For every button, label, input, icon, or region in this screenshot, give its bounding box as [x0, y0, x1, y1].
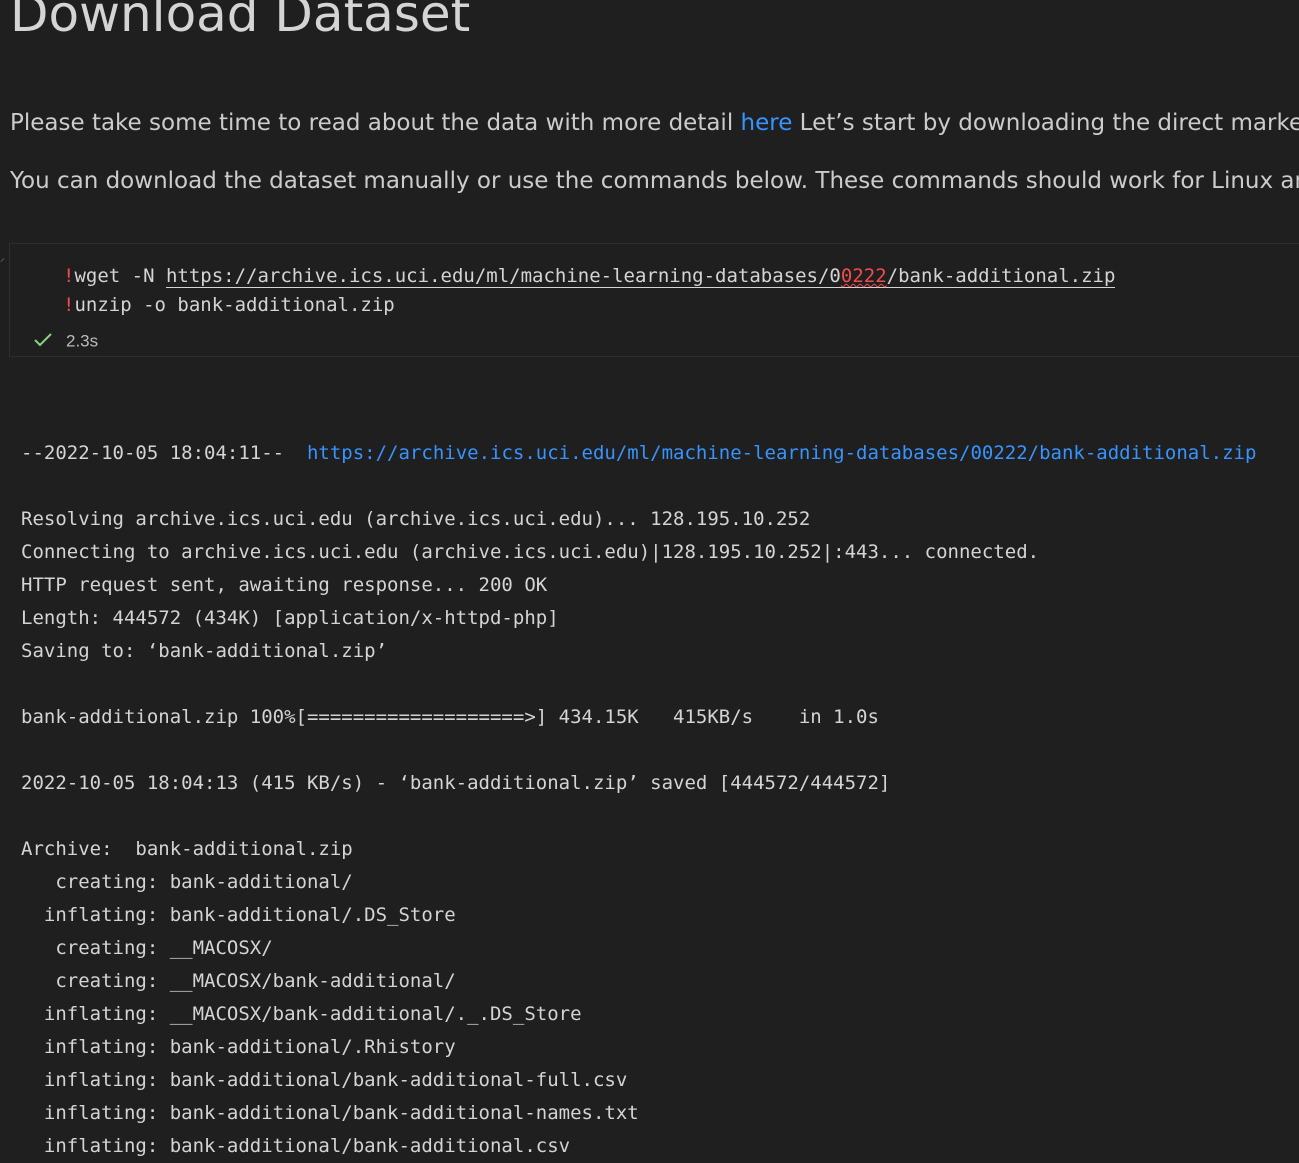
code-line-wget[interactable]: !wget -N https://archive.ics.uci.edu/ml/…: [63, 264, 1116, 288]
output-line: --2022-10-05 18:04:11-- https://archive.…: [21, 442, 1257, 464]
code-line-unzip[interactable]: !unzip -o bank-additional.zip: [63, 293, 395, 317]
output-line: inflating: bank-additional/bank-addition…: [21, 1069, 628, 1091]
output-line: Connecting to archive.ics.uci.edu (archi…: [21, 541, 1040, 563]
output-line: inflating: bank-additional/bank-addition…: [21, 1102, 639, 1124]
output-line: creating: __MACOSX/bank-additional/: [21, 970, 456, 992]
cell-collapse-indicator[interactable]: ⸝: [0, 250, 5, 264]
output-line: Saving to: ‘bank-additional.zip’: [21, 640, 388, 662]
output-line: inflating: bank-additional/.Rhistory: [21, 1036, 456, 1058]
intro-paragraph: Please take some time to read about the …: [10, 108, 1299, 138]
output-line: Archive: bank-additional.zip: [21, 838, 353, 860]
output-line: 2022-10-05 18:04:13 (415 KB/s) - ‘bank-a…: [21, 772, 891, 794]
section-heading: Download Dataset: [10, 0, 471, 43]
output-line: creating: bank-additional/: [21, 871, 353, 893]
here-link[interactable]: here: [741, 110, 793, 136]
check-icon: [34, 330, 52, 353]
shell-bang: !: [63, 294, 75, 316]
output-line: inflating: bank-additional/bank-addition…: [21, 1135, 571, 1157]
execution-time: 2.3s: [66, 331, 99, 351]
intro-text-after: Let’s start by downloading the direct ma…: [792, 110, 1299, 136]
output-url-link[interactable]: https://archive.ics.uci.edu/ml/machine-l…: [307, 442, 1256, 464]
output-line: Resolving archive.ics.uci.edu (archive.i…: [21, 508, 811, 530]
wget-url[interactable]: https://archive.ics.uci.edu/ml/machine-l…: [165, 265, 1116, 288]
unzip-command: unzip -o bank-additional.zip: [74, 294, 395, 316]
intro-text-before: Please take some time to read about the …: [10, 110, 741, 136]
output-line: bank-additional.zip 100%[===============…: [21, 706, 879, 728]
output-line: inflating: __MACOSX/bank-additional/._.D…: [21, 1003, 582, 1025]
cell-output: --2022-10-05 18:04:11-- https://archive.…: [21, 371, 1256, 1163]
url-error-squiggle: 0222: [840, 265, 887, 287]
output-line: Length: 444572 (434K) [application/x-htt…: [21, 607, 559, 629]
cell-execution-status: 2.3s: [34, 330, 98, 353]
output-line: creating: __MACOSX/: [21, 937, 273, 959]
shell-bang: !: [63, 265, 75, 287]
wget-command: wget -N: [74, 265, 166, 287]
output-line: HTTP request sent, awaiting response... …: [21, 574, 548, 596]
output-line: inflating: bank-additional/.DS_Store: [21, 904, 456, 926]
download-instructions-paragraph: You can download the dataset manually or…: [10, 168, 1299, 194]
